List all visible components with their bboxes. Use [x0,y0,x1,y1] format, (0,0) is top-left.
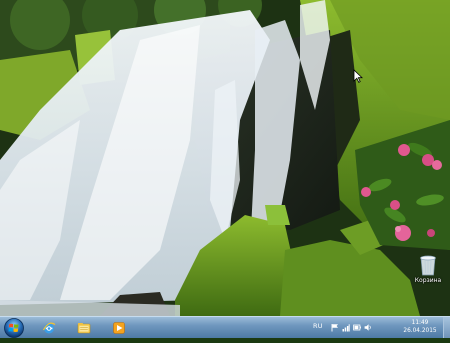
taskbar-clock[interactable]: 11:49 26.04.2015 [398,319,442,335]
recycle-bin-icon [419,254,437,276]
start-button[interactable] [3,317,25,339]
taskbar: RU 11:49 26.04.2015 [0,316,450,338]
taskbar-windows-explorer[interactable] [71,319,97,336]
desktop-wallpaper [0,0,450,316]
clock-date: 26.04.2015 [403,328,437,334]
internet-explorer-icon [42,322,56,333]
recycle-bin-label: Корзина [414,277,442,284]
recycle-bin-desktop-icon[interactable]: Корзина [410,254,446,284]
taskbar-media-player[interactable] [106,319,132,336]
clock-time: 11:49 [411,320,429,326]
show-desktop-button[interactable] [443,317,450,338]
volume-icon[interactable] [364,323,372,332]
media-player-icon [113,321,125,334]
windows-explorer-icon [77,322,91,333]
mouse-cursor-icon [353,68,363,83]
flag-icon[interactable] [331,323,339,332]
taskbar-internet-explorer[interactable] [36,319,62,336]
system-tray [331,321,372,334]
language-indicator[interactable]: RU [313,322,323,330]
network-icon[interactable] [342,323,350,332]
battery-icon[interactable] [353,323,361,332]
